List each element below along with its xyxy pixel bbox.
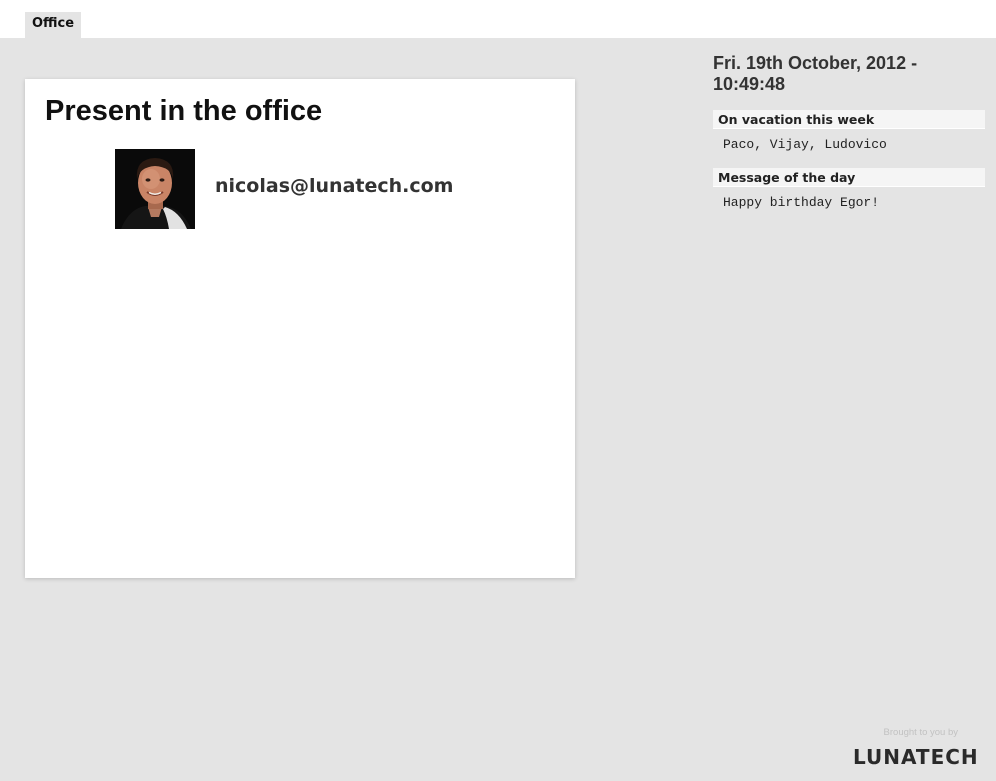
message-header: Message of the day xyxy=(713,168,985,187)
present-panel: Present in the office nicolas@lunatech.c… xyxy=(25,79,575,578)
lunatech-logo[interactable]: LUNATECH xyxy=(853,745,979,769)
person-card: nicolas@lunatech.com xyxy=(115,149,515,229)
vacation-header: On vacation this week xyxy=(713,110,985,129)
tab-office[interactable]: Office xyxy=(25,12,81,38)
person-email[interactable]: nicolas@lunatech.com xyxy=(215,173,453,199)
brought-by-text: Brought to you by xyxy=(883,727,958,738)
current-datetime: Fri. 19th October, 2012 - 10:49:48 xyxy=(713,53,918,94)
page-title: Present in the office xyxy=(45,95,323,127)
top-bar: Office xyxy=(0,0,996,38)
avatar xyxy=(115,149,195,229)
vacation-list: Paco, Vijay, Ludovico xyxy=(723,137,887,152)
message-text: Happy birthday Egor! xyxy=(723,195,880,210)
person-photo-icon xyxy=(115,149,195,229)
